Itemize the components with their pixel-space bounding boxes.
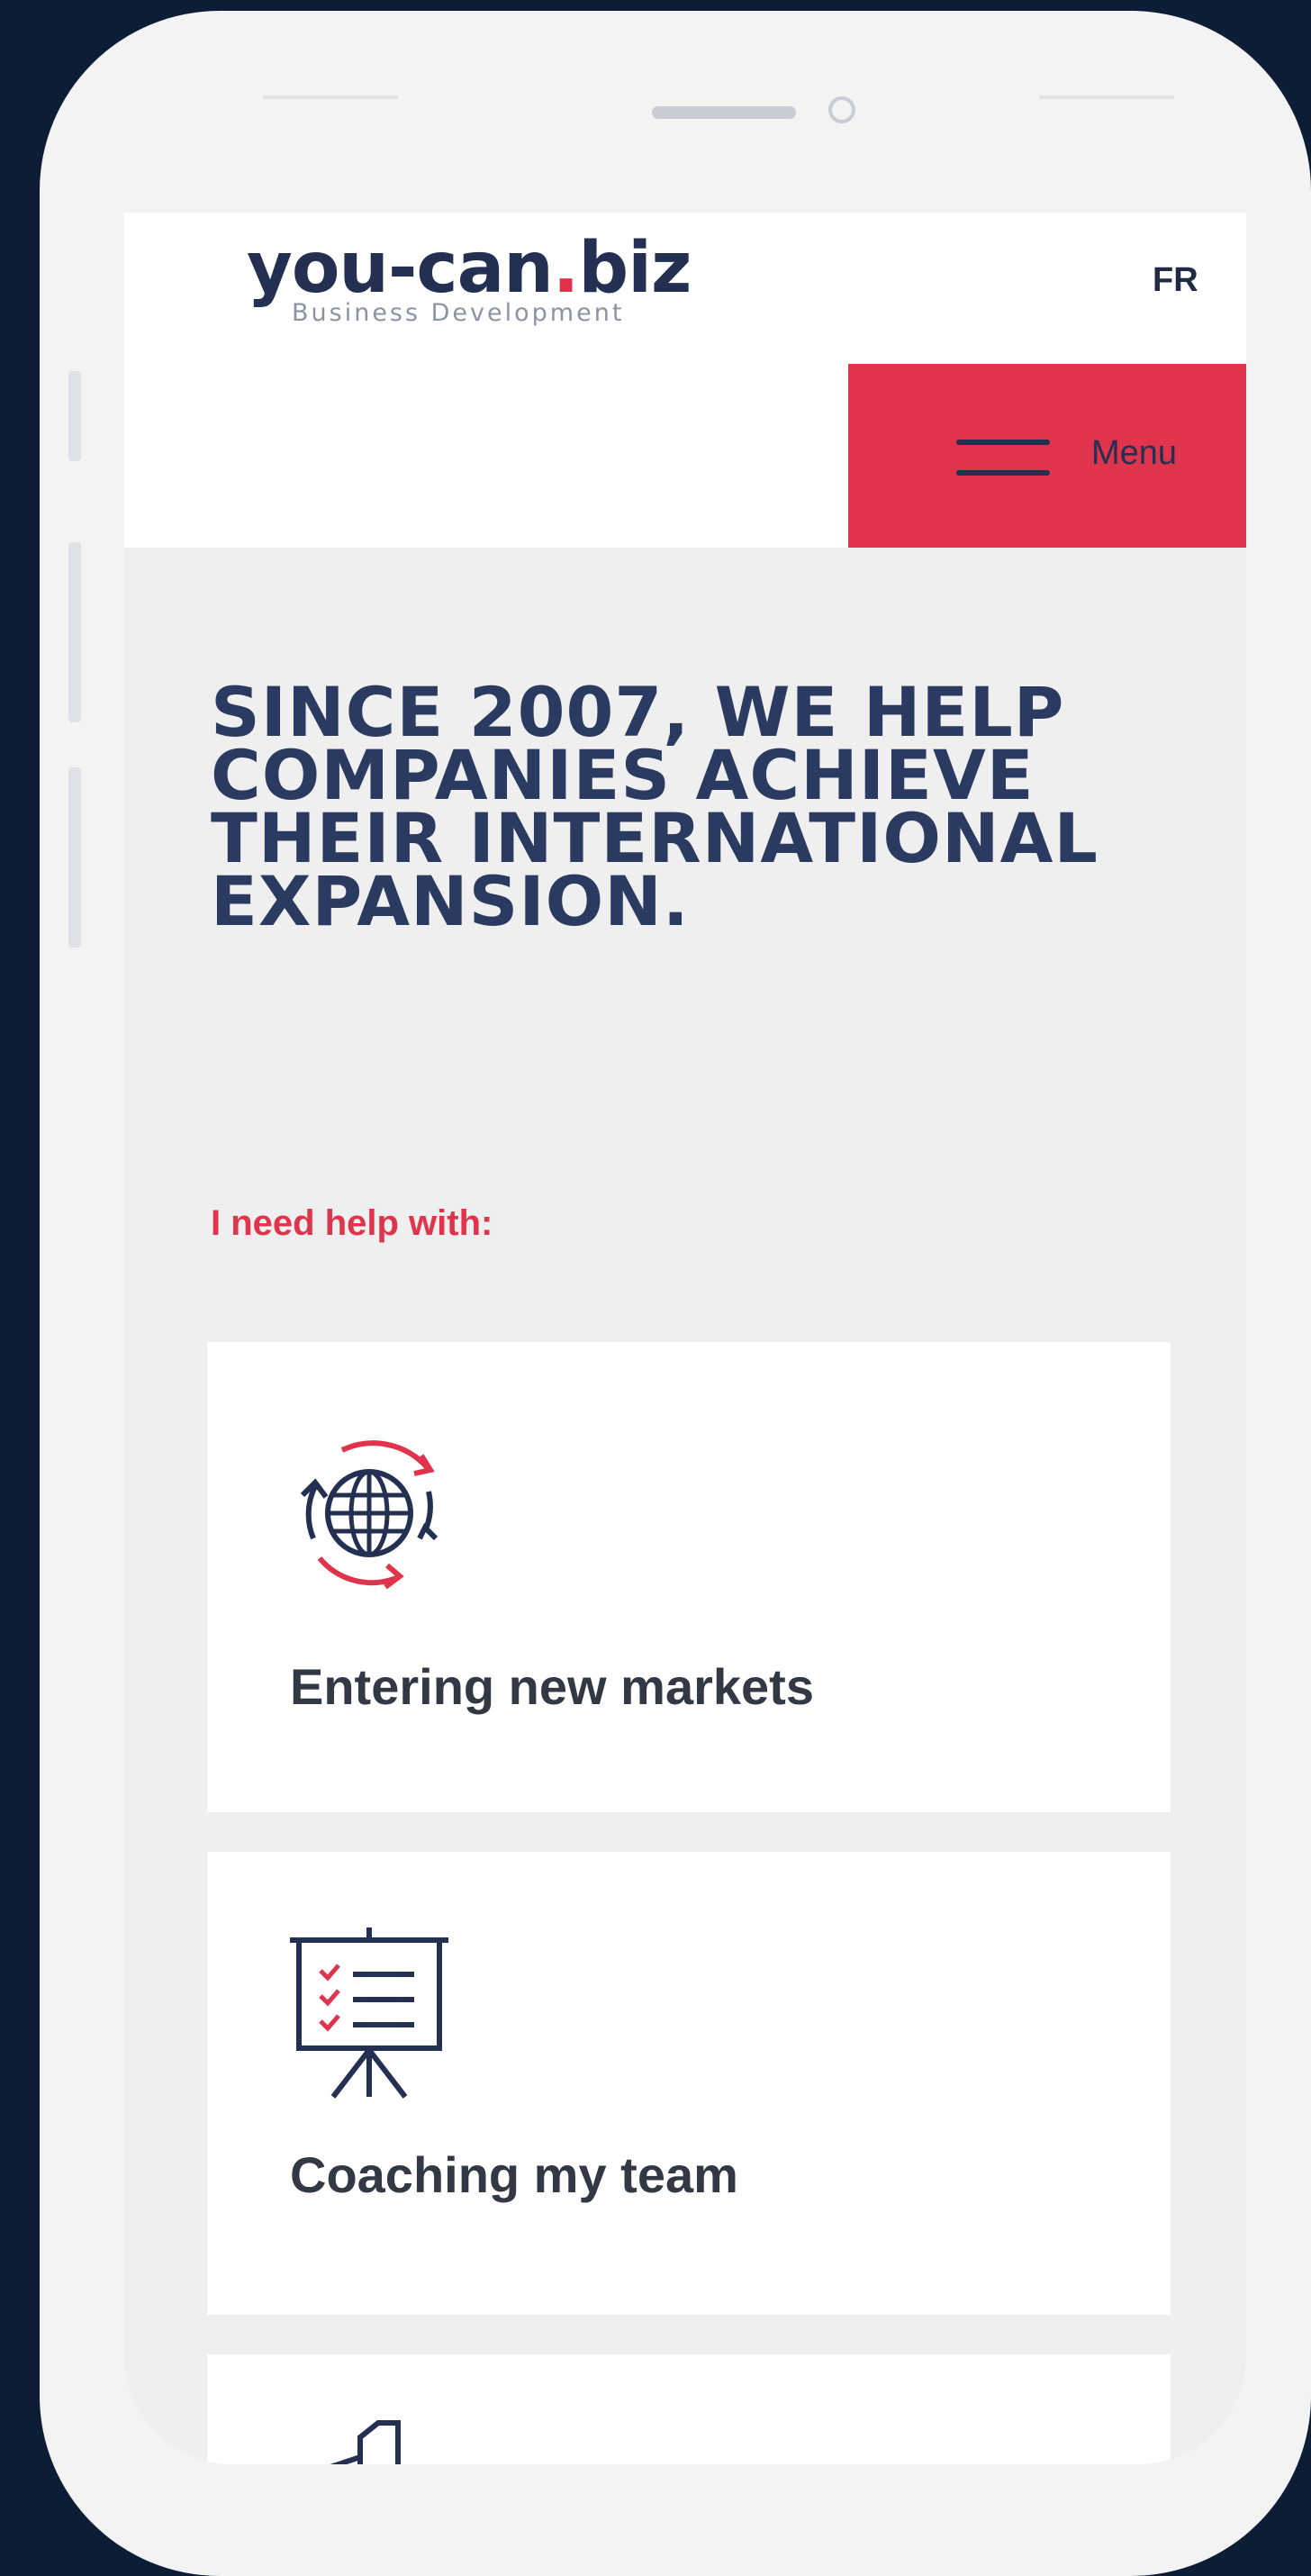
language-switch-link[interactable]: FR — [1153, 261, 1198, 300]
phone-camera — [828, 96, 855, 123]
buildings-icon — [330, 2420, 401, 2464]
logo-wordmark: you-can.biz — [247, 228, 692, 309]
site-logo[interactable]: you-can.biz Business Development — [247, 228, 692, 327]
service-card-third[interactable] — [207, 2354, 1171, 2464]
service-card-label: Coaching my team — [290, 2146, 738, 2203]
service-card-new-markets[interactable]: Entering new markets — [207, 1342, 1171, 1812]
phone-volume-up-button — [68, 542, 81, 722]
phone-volume-down-button — [68, 767, 81, 948]
globe-arrows-icon — [300, 1440, 439, 1590]
presentation-board-icon — [290, 1927, 448, 2099]
service-card-coaching[interactable]: Coaching my team — [207, 1852, 1171, 2315]
phone-bezel-line — [1039, 95, 1174, 99]
menu-label: Menu — [1091, 434, 1178, 472]
site-header: you-can.biz Business Development FR Menu — [124, 213, 1246, 548]
hamburger-icon — [956, 440, 1050, 476]
mobile-screen: you-can.biz Business Development FR Menu… — [124, 213, 1246, 2464]
help-section-label: I need help with: — [211, 1203, 493, 1243]
phone-speaker — [652, 106, 796, 119]
phone-bezel-line — [263, 95, 398, 99]
service-card-label: Entering new markets — [290, 1658, 814, 1715]
hero-title: SINCE 2007, WE HELP COMPANIES ACHIEVE TH… — [211, 672, 1099, 941]
menu-button[interactable]: Menu — [848, 364, 1246, 548]
phone-mute-switch — [68, 371, 81, 461]
